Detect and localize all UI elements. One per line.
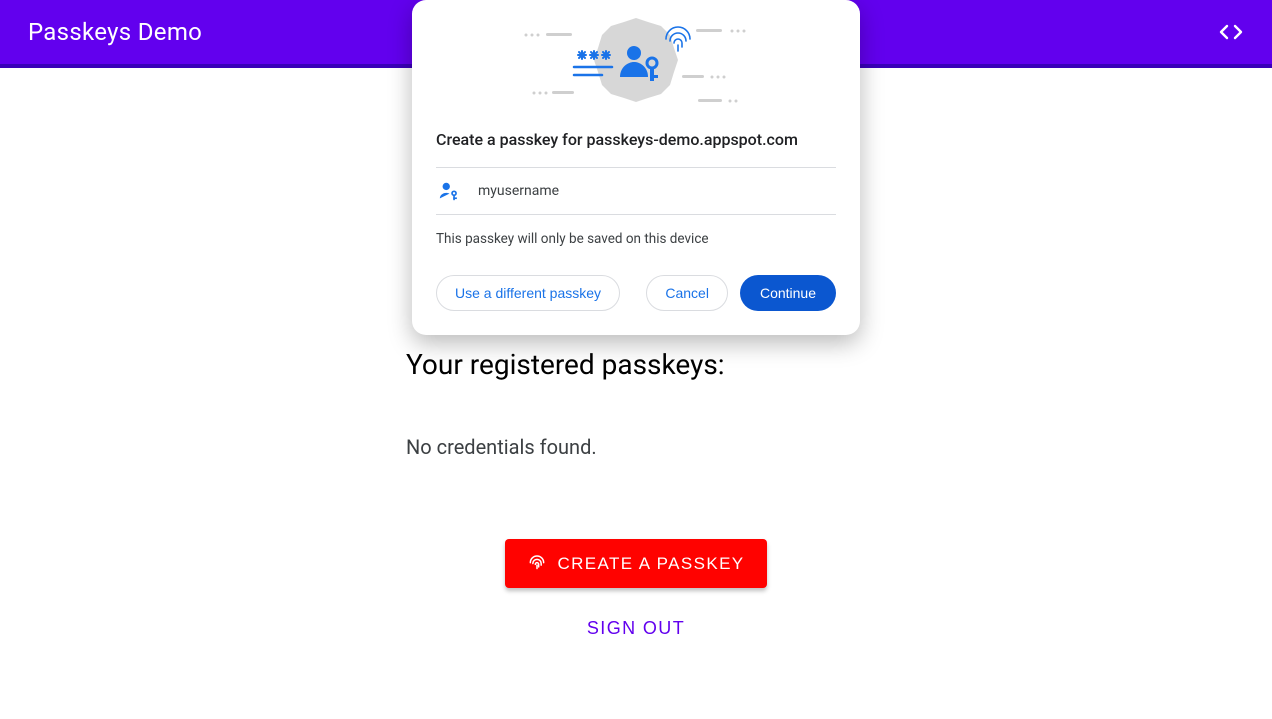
cancel-button[interactable]: Cancel <box>646 275 728 311</box>
create-passkey-label: CREATE A PASSKEY <box>557 554 744 574</box>
dialog-note: This passkey will only be saved on this … <box>436 231 836 247</box>
passkey-dialog: Create a passkey for passkeys-demo.appsp… <box>412 0 860 335</box>
no-credentials-text: No credentials found. <box>406 435 866 459</box>
create-passkey-button[interactable]: CREATE A PASSKEY <box>505 539 766 588</box>
dialog-title: Create a passkey for passkeys-demo.appsp… <box>436 130 836 149</box>
code-icon[interactable] <box>1218 22 1244 42</box>
passkey-illustration <box>412 0 860 120</box>
continue-button[interactable]: Continue <box>740 275 836 311</box>
fingerprint-icon <box>527 551 547 576</box>
dialog-actions: Use a different passkey Cancel Continue <box>436 275 836 311</box>
sign-out-button[interactable]: SIGN OUT <box>587 618 685 639</box>
dialog-body: Create a passkey for passkeys-demo.appsp… <box>412 120 860 335</box>
app-title: Passkeys Demo <box>28 18 202 46</box>
user-key-icon <box>438 180 460 202</box>
use-different-passkey-button[interactable]: Use a different passkey <box>436 275 620 311</box>
user-row: myusername <box>436 167 836 215</box>
username-text: myusername <box>478 183 559 199</box>
section-title: Your registered passkeys: <box>406 348 866 381</box>
